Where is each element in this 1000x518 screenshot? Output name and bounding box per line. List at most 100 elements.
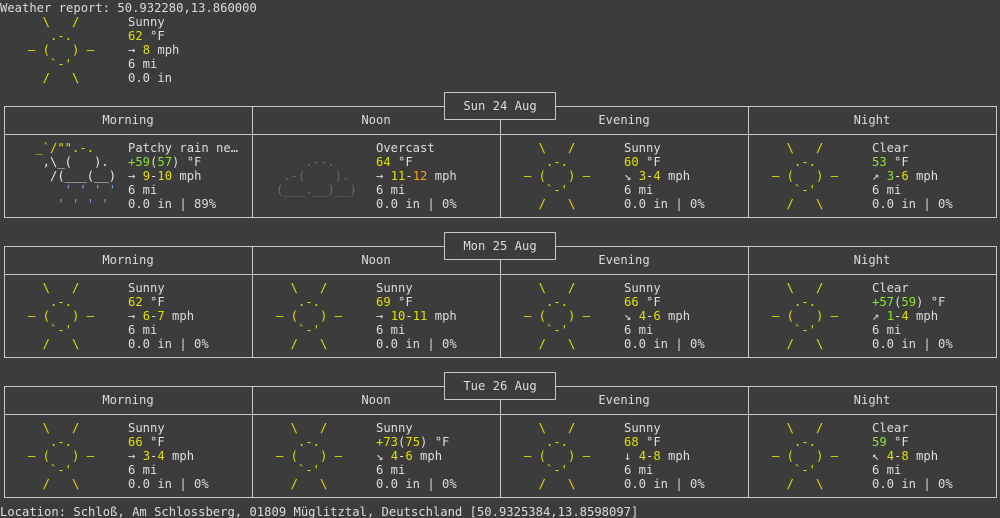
visibility: 6 mi: [128, 323, 158, 337]
rain-cloud-icon: _`/"".-. ,\_( ). /(___(__) ' ' ' ' ' ' '…: [28, 141, 116, 211]
icon-line: `-': [524, 323, 591, 337]
icon-line: / \: [28, 337, 95, 351]
icon-line: ― ( ) ―: [524, 309, 591, 323]
column-header-morning: Morning: [102, 253, 154, 267]
wind: ↖ 4-8 mph: [872, 449, 939, 463]
icon-line: \ /: [28, 421, 95, 435]
date-label: Tue 26 Aug: [444, 372, 556, 400]
visibility: 6 mi: [624, 323, 654, 337]
icon-line: `-': [772, 463, 839, 477]
visibility: 6 mi: [128, 183, 158, 197]
icon-line: / \: [772, 477, 839, 491]
sun-icon: \ / .-. ― ( ) ― `-' / \: [276, 281, 342, 351]
icon-line: .-.: [276, 435, 343, 449]
precipitation: 0.0 in | 0%: [872, 477, 953, 491]
temperature: 68 °F: [624, 435, 661, 449]
wind-direction-icon: ↘: [624, 169, 632, 183]
icon-line: `-': [524, 183, 591, 197]
icon-line: / \: [524, 197, 591, 211]
temperature: 64 °F: [376, 155, 413, 169]
wind-direction-icon: ↘: [624, 309, 632, 323]
current-visibility: 6 mi: [128, 57, 158, 71]
wind: → 11-12 mph: [376, 169, 457, 183]
icon-line: / \: [524, 477, 591, 491]
icon-line: ,\_( ).: [28, 155, 117, 169]
condition: Clear: [872, 141, 909, 155]
current-wind: → 8 mph: [128, 43, 180, 57]
column-header-morning: Morning: [102, 393, 154, 407]
wind-direction-icon: →: [128, 169, 136, 183]
icon-line: / \: [772, 337, 839, 351]
temperature: 69 °F: [376, 295, 413, 309]
precipitation: 0.0 in | 0%: [624, 197, 705, 211]
icon-line: / \: [772, 197, 839, 211]
wind: → 10-11 mph: [376, 309, 457, 323]
icon-line: .-.: [28, 29, 95, 43]
temperature: 53 °F: [872, 155, 909, 169]
date-label: Sun 24 Aug: [444, 92, 556, 120]
forecast-slot-info: Patchy rain ne… +59(57) °F → 9-10 mph 6 mi 0…: [128, 141, 238, 211]
visibility: 6 mi: [624, 463, 654, 477]
location-footer: Location: Schloß, Am Schlossberg, 01809 …: [0, 505, 639, 518]
terminal: Weather report: 50.932280,13.860000 \ / …: [0, 0, 1000, 518]
column-header-night: Night: [853, 393, 891, 407]
icon-line: .-.: [772, 435, 839, 449]
forecast-slot-info: Sunny 62 °F → 6-7 mph 6 mi 0.0 in | 0%: [128, 281, 209, 351]
icon-line: / \: [524, 337, 591, 351]
current-sun-icon: \ / .-. ― ( ) ― `-' / \: [28, 15, 94, 85]
visibility: 6 mi: [376, 323, 406, 337]
icon-line: ― ( ) ―: [276, 309, 343, 323]
icon-line: \ /: [28, 281, 95, 295]
icon-line: ' ' ' ': [28, 197, 117, 211]
icon-line: `-': [276, 463, 343, 477]
forecast-slot-info: Sunny 66 °F ↘ 4-6 mph 6 mi 0.0 in | 0%: [624, 281, 705, 351]
icon-line: `-': [524, 463, 591, 477]
icon-line: ― ( ) ―: [28, 309, 95, 323]
wind-direction-icon: ↗: [872, 169, 880, 183]
condition: Sunny: [376, 421, 413, 435]
temperature: 60 °F: [624, 155, 661, 169]
wind-direction-icon: ↗: [872, 309, 880, 323]
icon-line: `-': [28, 323, 95, 337]
icon-line: \ /: [524, 141, 591, 155]
temperature: 66 °F: [128, 435, 165, 449]
icon-line: / \: [28, 71, 95, 85]
visibility: 6 mi: [128, 463, 158, 477]
icon-line: (___.__)__): [276, 183, 365, 197]
current-condition: Sunny: [128, 15, 165, 29]
icon-line: \ /: [28, 15, 95, 29]
sun-icon: \ / .-. ― ( ) ― `-' / \: [28, 281, 94, 351]
icon-line: [276, 141, 364, 155]
condition: Sunny: [624, 141, 661, 155]
temperature: 62 °F: [128, 295, 165, 309]
visibility: 6 mi: [376, 463, 406, 477]
condition: Sunny: [624, 281, 661, 295]
wind: ↘ 4-6 mph: [624, 309, 691, 323]
precipitation: 0.0 in | 0%: [128, 337, 209, 351]
wind-direction-icon: →: [376, 309, 384, 323]
temperature: 66 °F: [624, 295, 661, 309]
condition: Sunny: [128, 281, 165, 295]
wind: ↗ 3-6 mph: [872, 169, 939, 183]
forecast-slot-info: Sunny 60 °F ↘ 3-4 mph 6 mi 0.0 in | 0%: [624, 141, 705, 211]
icon-line: .-.: [28, 295, 95, 309]
forecast-slot-info: Clear 59 °F ↖ 4-8 mph 6 mi 0.0 in | 0%: [872, 421, 953, 491]
icon-line: .-.: [524, 435, 591, 449]
icon-line: .-.: [276, 295, 343, 309]
icon-line: / \: [28, 477, 95, 491]
icon-line: \ /: [524, 421, 591, 435]
visibility: 6 mi: [872, 183, 902, 197]
sun-icon: \ / .-. ― ( ) ― `-' / \: [772, 141, 838, 211]
icon-line: / \: [276, 337, 343, 351]
forecast-slot-info: Sunny +73(75) °F ↘ 4-6 mph 6 mi 0.0 in | 0%: [376, 421, 457, 491]
condition: Overcast: [376, 141, 435, 155]
wind-direction-icon: →: [376, 169, 384, 183]
precipitation: 0.0 in | 0%: [376, 197, 457, 211]
condition: Sunny: [624, 421, 661, 435]
icon-line: `-': [276, 323, 343, 337]
icon-line: `-': [772, 323, 839, 337]
forecast-slot-info: Clear +57(59) °F ↗ 1-4 mph 6 mi 0.0 in | 0%: [872, 281, 953, 351]
icon-line: ― ( ) ―: [276, 449, 343, 463]
condition: Sunny: [376, 281, 413, 295]
icon-line: .-.: [524, 155, 591, 169]
